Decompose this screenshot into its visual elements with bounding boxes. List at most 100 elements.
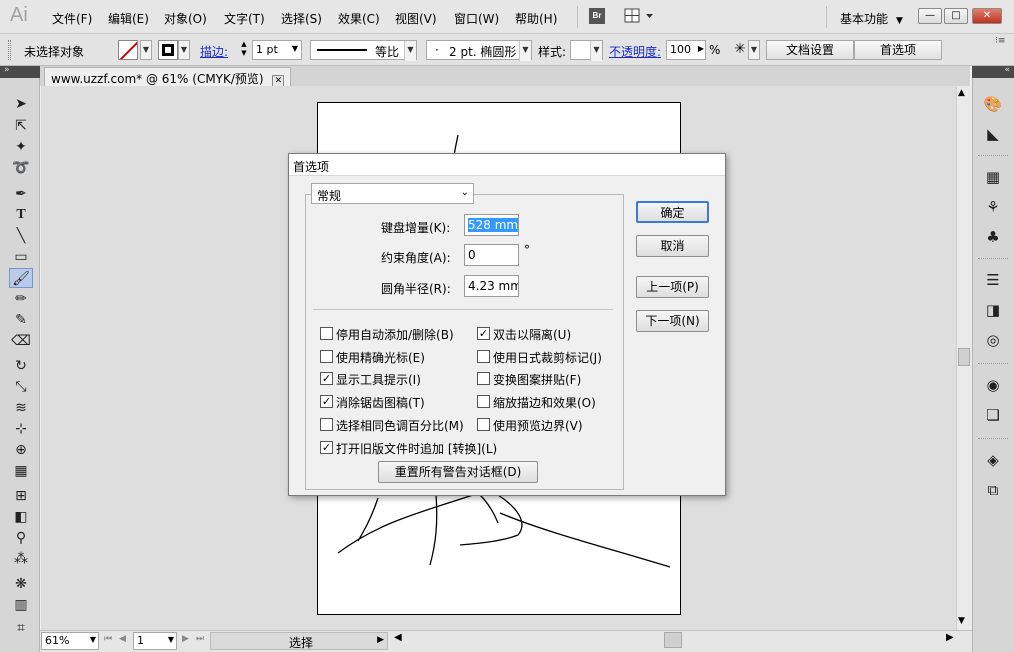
artboard-number-select[interactable]: 1 ▼ xyxy=(133,632,177,650)
paintbrush-tool-icon[interactable]: 🖌 xyxy=(9,268,33,288)
menu-effect[interactable]: 效果(C) xyxy=(338,10,380,27)
checkbox-double-click-isolate[interactable]: ✓ xyxy=(477,327,490,340)
mesh-tool-icon[interactable]: ⊞ xyxy=(9,486,33,506)
menu-edit[interactable]: 编辑(E) xyxy=(108,10,149,27)
ok-button[interactable]: 确定 xyxy=(636,201,709,223)
panel-dock-header[interactable]: « xyxy=(972,65,1014,78)
shape-builder-tool-icon[interactable]: ⊕ xyxy=(9,440,33,460)
selection-tool-icon[interactable]: ➤ xyxy=(9,94,33,114)
scroll-thumb[interactable] xyxy=(958,348,970,366)
checkbox-scale-strokes-effects[interactable] xyxy=(477,395,490,408)
blend-tool-icon[interactable]: ⁂ xyxy=(9,549,33,569)
checkbox-precise-cursors[interactable] xyxy=(320,350,333,363)
minimize-button[interactable]: — xyxy=(918,8,942,24)
menu-view[interactable]: 视图(V) xyxy=(395,10,437,27)
magic-wand-tool-icon[interactable]: ✦ xyxy=(9,137,33,157)
transparency-panel-icon[interactable]: ◎ xyxy=(982,330,1004,350)
arrange-documents-button[interactable] xyxy=(624,8,654,24)
next-button[interactable]: 下一项(N) xyxy=(636,310,709,332)
fill-swatch[interactable] xyxy=(118,40,138,60)
keyboard-increment-input[interactable]: 528 mm xyxy=(464,214,519,236)
color-guide-panel-icon[interactable]: ◣ xyxy=(982,124,1004,144)
opacity-input[interactable]: 100 ▶ xyxy=(666,40,706,60)
swatches-panel-icon[interactable]: ▦ xyxy=(982,167,1004,187)
checkbox-disable-auto-add-delete[interactable] xyxy=(320,327,333,340)
first-artboard-icon[interactable]: ⏮ xyxy=(104,634,112,644)
column-graph-tool-icon[interactable]: ▥ xyxy=(9,595,33,615)
tools-panel-header[interactable]: » xyxy=(0,65,40,78)
menu-object[interactable]: 对象(O) xyxy=(164,10,207,27)
dialog-titlebar[interactable]: 首选项 xyxy=(289,154,725,176)
symbol-sprayer-tool-icon[interactable]: ❋ xyxy=(9,574,33,594)
checkbox-anti-aliased-artwork[interactable]: ✓ xyxy=(320,395,333,408)
brushes-panel-icon[interactable]: ⚘ xyxy=(982,197,1004,217)
menu-help[interactable]: 帮助(H) xyxy=(515,10,557,27)
document-tab[interactable]: www.uzzf.com* @ 61% (CMYK/预览) ✕ xyxy=(44,67,292,87)
pencil-tool-icon[interactable]: ✏ xyxy=(9,289,33,309)
eraser-tool-icon[interactable]: ⌫ xyxy=(9,331,33,351)
recolor-dropdown[interactable]: ▼ xyxy=(748,40,760,60)
color-panel-icon[interactable]: 🎨 xyxy=(982,94,1004,114)
stroke-weight-input[interactable]: 1 pt ▼ xyxy=(252,40,302,60)
checkbox-append-convert-legacy[interactable]: ✓ xyxy=(320,441,333,454)
checkbox-use-preview-bounds[interactable] xyxy=(477,418,490,431)
scroll-down-icon[interactable]: ▼ xyxy=(958,616,965,626)
close-button[interactable]: ✕ xyxy=(972,8,1002,24)
document-setup-button[interactable]: 文档设置 xyxy=(766,40,854,60)
opacity-label[interactable]: 不透明度: xyxy=(609,43,661,60)
previous-button[interactable]: 上一项(P) xyxy=(636,276,709,298)
cancel-button[interactable]: 取消 xyxy=(636,235,709,257)
corner-radius-input[interactable]: 4.23 mm xyxy=(464,275,519,297)
artboard-tool-icon[interactable]: ⌗ xyxy=(9,618,33,638)
scale-tool-icon[interactable]: ⤡ xyxy=(9,377,33,397)
line-segment-tool-icon[interactable]: ╲ xyxy=(9,226,33,246)
checkbox-japanese-crop-marks[interactable] xyxy=(477,350,490,363)
scroll-right-icon[interactable]: ▶ xyxy=(946,632,954,643)
reset-warning-dialogs-button[interactable]: 重置所有警告对话框(D) xyxy=(378,461,538,483)
symbols-panel-icon[interactable]: ♣ xyxy=(982,227,1004,247)
blob-brush-tool-icon[interactable]: ✎ xyxy=(9,310,33,330)
recolor-artwork-icon[interactable]: ✳ xyxy=(730,41,750,59)
stroke-swatch[interactable] xyxy=(158,40,178,60)
menu-window[interactable]: 窗口(W) xyxy=(454,10,499,27)
brush-definition[interactable]: · 2 pt. 椭圆形 ▼ xyxy=(426,40,532,61)
bridge-button[interactable]: Br xyxy=(589,8,605,24)
graphic-styles-panel-icon[interactable]: ❏ xyxy=(982,405,1004,425)
direct-selection-tool-icon[interactable]: ⇱ xyxy=(9,116,33,136)
layers-panel-icon[interactable]: ◈ xyxy=(982,450,1004,470)
workspace-switcher[interactable]: 基本功能 ▼ xyxy=(840,10,903,27)
constrain-angle-input[interactable]: 0 xyxy=(464,244,519,266)
prev-artboard-icon[interactable]: ◀ xyxy=(119,634,126,644)
preferences-button[interactable]: 首选项 xyxy=(854,40,942,60)
gradient-panel-icon[interactable]: ◨ xyxy=(982,300,1004,320)
appearance-panel-icon[interactable]: ◉ xyxy=(982,375,1004,395)
panel-menu-icon[interactable]: ⁝≡ xyxy=(995,36,1005,46)
rotate-tool-icon[interactable]: ↻ xyxy=(9,356,33,376)
scroll-left-icon[interactable]: ◀ xyxy=(394,632,402,643)
zoom-select[interactable]: 61% ▼ xyxy=(41,632,99,650)
rectangle-tool-icon[interactable]: ▭ xyxy=(9,247,33,267)
last-artboard-icon[interactable]: ⏭ xyxy=(196,634,204,644)
menu-select[interactable]: 选择(S) xyxy=(281,10,322,27)
fill-dropdown[interactable]: ▼ xyxy=(140,40,152,60)
status-info[interactable]: 选择 ▶ xyxy=(210,632,388,650)
graphic-style-picker[interactable]: ▼ xyxy=(570,40,603,61)
scroll-up-icon[interactable]: ▲ xyxy=(958,88,965,98)
collapse-icon[interactable]: « xyxy=(1004,65,1010,75)
warp-tool-icon[interactable]: ≋ xyxy=(9,398,33,418)
lasso-tool-icon[interactable]: ➰ xyxy=(9,158,33,178)
variable-width-profile[interactable]: 等比 ▼ xyxy=(310,40,417,61)
horizontal-scroll-thumb[interactable] xyxy=(664,632,682,648)
perspective-grid-tool-icon[interactable]: ▦ xyxy=(9,461,33,481)
stroke-weight-spinner[interactable]: ▲ ▼ xyxy=(238,40,250,60)
checkbox-transform-pattern-tiles[interactable] xyxy=(477,372,490,385)
collapse-icon[interactable]: » xyxy=(4,65,10,75)
eyedropper-tool-icon[interactable]: ⚲ xyxy=(9,528,33,548)
menu-file[interactable]: 文件(F) xyxy=(52,10,92,27)
stroke-label[interactable]: 描边: xyxy=(200,43,228,60)
checkbox-show-tooltips[interactable]: ✓ xyxy=(320,372,333,385)
category-select[interactable]: 常规 ⌄ xyxy=(311,183,474,204)
next-artboard-icon[interactable]: ▶ xyxy=(182,634,189,644)
checkbox-select-same-tint[interactable] xyxy=(320,418,333,431)
pen-tool-icon[interactable]: ✒ xyxy=(9,184,33,204)
